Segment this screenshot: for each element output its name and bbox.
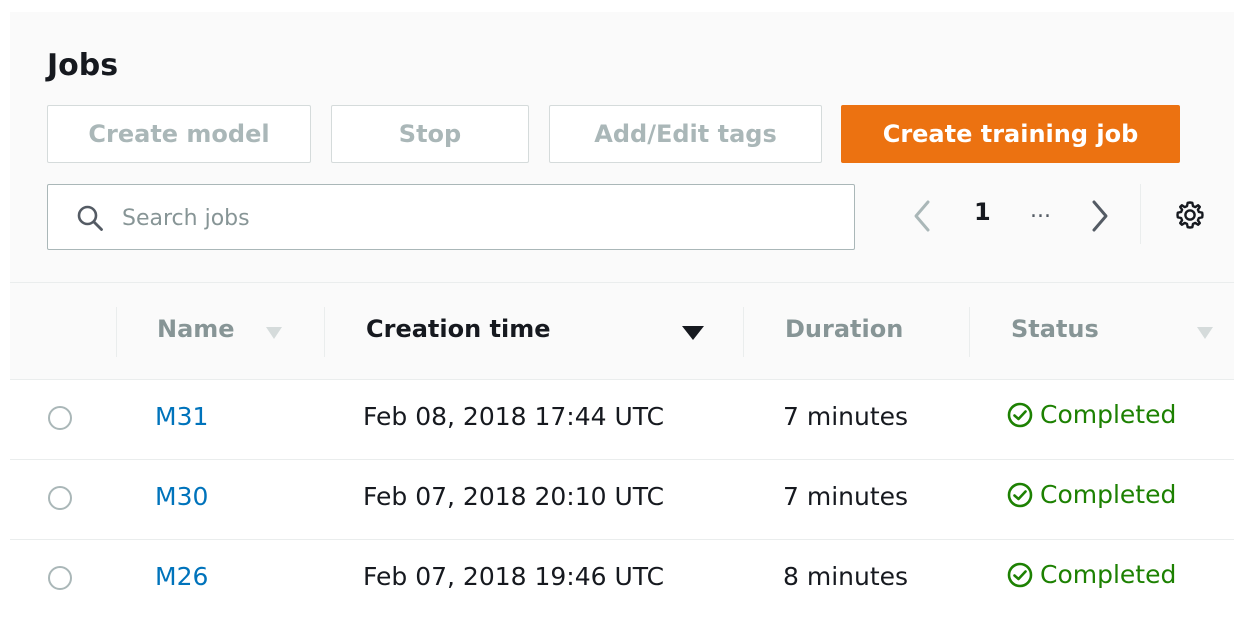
column-separator — [743, 307, 744, 357]
status-badge: Completed — [1006, 400, 1176, 429]
caret-down-icon[interactable] — [1197, 327, 1213, 339]
column-header-name[interactable]: Name — [157, 315, 235, 343]
caret-down-icon[interactable] — [682, 326, 704, 340]
stop-button[interactable]: Stop — [331, 105, 529, 163]
column-separator — [116, 307, 117, 357]
pagination-ellipsis: ... — [1030, 198, 1051, 223]
table-row[interactable]: M26 Feb 07, 2018 19:46 UTC 8 minutes Com… — [10, 540, 1234, 620]
duration-cell: 8 minutes — [783, 562, 909, 591]
job-name-link[interactable]: M26 — [155, 562, 208, 591]
search-icon — [77, 205, 103, 231]
job-name-link[interactable]: M30 — [155, 482, 208, 511]
check-circle-icon — [1007, 482, 1033, 507]
chevron-right-icon[interactable] — [1084, 198, 1114, 234]
search-input[interactable] — [120, 195, 824, 241]
column-header-duration: Duration — [785, 315, 904, 343]
column-header-status[interactable]: Status — [1011, 315, 1099, 343]
pagination-divider — [1140, 184, 1141, 244]
creation-time-cell: Feb 07, 2018 19:46 UTC — [363, 562, 665, 591]
create-model-button[interactable]: Create model — [47, 105, 311, 163]
caret-down-icon[interactable] — [266, 327, 282, 339]
status-text: Completed — [1040, 480, 1177, 509]
row-select-radio[interactable] — [48, 406, 72, 430]
column-header-creation-time[interactable]: Creation time — [366, 315, 551, 343]
row-select-radio[interactable] — [48, 486, 72, 510]
job-name-link[interactable]: M31 — [155, 402, 208, 431]
creation-time-cell: Feb 07, 2018 20:10 UTC — [363, 482, 665, 511]
creation-time-cell: Feb 08, 2018 17:44 UTC — [363, 402, 665, 431]
gear-icon[interactable] — [1174, 199, 1206, 231]
add-edit-tags-button[interactable]: Add/Edit tags — [549, 105, 822, 163]
jobs-header: Jobs Create model Stop Add/Edit tags Cre… — [10, 12, 1234, 282]
chevron-left-icon[interactable] — [908, 198, 938, 234]
create-training-job-button[interactable]: Create training job — [841, 105, 1180, 163]
row-select-radio[interactable] — [48, 566, 72, 590]
status-badge: Completed — [1006, 480, 1176, 509]
column-separator — [324, 307, 325, 357]
status-text: Completed — [1040, 400, 1177, 429]
table-row[interactable]: M30 Feb 07, 2018 20:10 UTC 7 minutes Com… — [10, 460, 1234, 540]
check-circle-icon — [1007, 402, 1033, 427]
page-number-current[interactable]: 1 — [974, 198, 991, 226]
table-header: Name Creation time Duration Status — [10, 282, 1234, 380]
page-title: Jobs — [47, 48, 119, 83]
status-text: Completed — [1040, 560, 1177, 589]
jobs-panel: Jobs Create model Stop Add/Edit tags Cre… — [10, 12, 1234, 596]
table-row[interactable]: M31 Feb 08, 2018 17:44 UTC 7 minutes Com… — [10, 380, 1234, 460]
duration-cell: 7 minutes — [783, 402, 909, 431]
column-separator — [969, 307, 970, 357]
search-box[interactable] — [47, 184, 855, 250]
duration-cell: 7 minutes — [783, 482, 909, 511]
status-badge: Completed — [1006, 560, 1176, 589]
check-circle-icon — [1007, 562, 1033, 587]
